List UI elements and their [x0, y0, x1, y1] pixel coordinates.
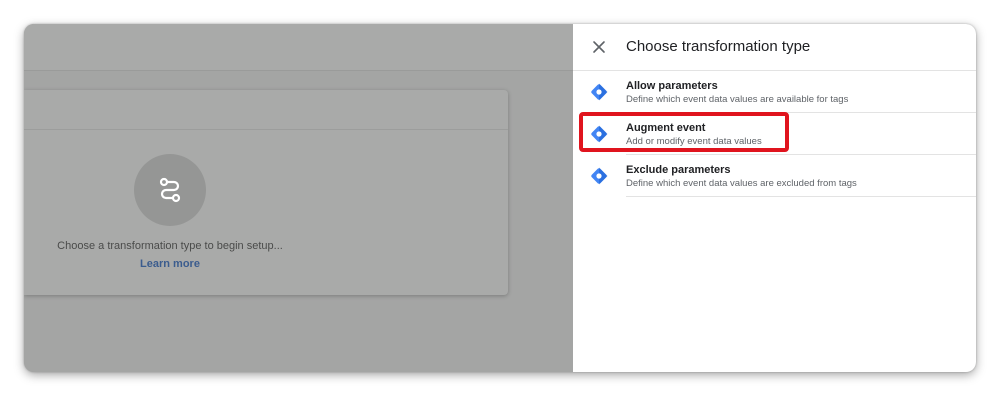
panel-title: Choose transformation type: [626, 38, 811, 55]
option-description: Add or modify event data values: [626, 136, 762, 147]
option-title: Allow parameters: [626, 80, 718, 92]
panel-header: Choose transformation type: [573, 24, 976, 71]
route-icon[interactable]: [134, 154, 206, 226]
app-window: Choose a transformation type to begin se…: [24, 24, 976, 372]
option-title: Augment event: [626, 122, 706, 134]
learn-more-link[interactable]: Learn more: [24, 258, 316, 270]
divider: [626, 196, 976, 197]
option-description: Define which event data values are exclu…: [626, 178, 857, 189]
option-description: Define which event data values are avail…: [626, 94, 849, 105]
option-exclude-parameters[interactable]: Exclude parameters Define which event da…: [573, 155, 976, 197]
card-header: [24, 90, 508, 130]
tag-manager-diamond-icon: [589, 166, 609, 186]
background-toolbar: [24, 24, 573, 71]
option-augment-event[interactable]: Augment event Add or modify event data v…: [573, 113, 976, 155]
tag-manager-diamond-icon: [589, 82, 609, 102]
tag-manager-diamond-icon: [589, 124, 609, 144]
background-overlay[interactable]: Choose a transformation type to begin se…: [24, 24, 573, 372]
option-title: Exclude parameters: [626, 164, 731, 176]
close-icon[interactable]: [590, 38, 608, 56]
transformation-type-panel: Choose transformation type Allow paramet…: [573, 24, 976, 372]
empty-state-message: Choose a transformation type to begin se…: [57, 240, 283, 252]
option-allow-parameters[interactable]: Allow parameters Define which event data…: [573, 71, 976, 113]
transformation-config-card: Choose a transformation type to begin se…: [24, 90, 508, 295]
